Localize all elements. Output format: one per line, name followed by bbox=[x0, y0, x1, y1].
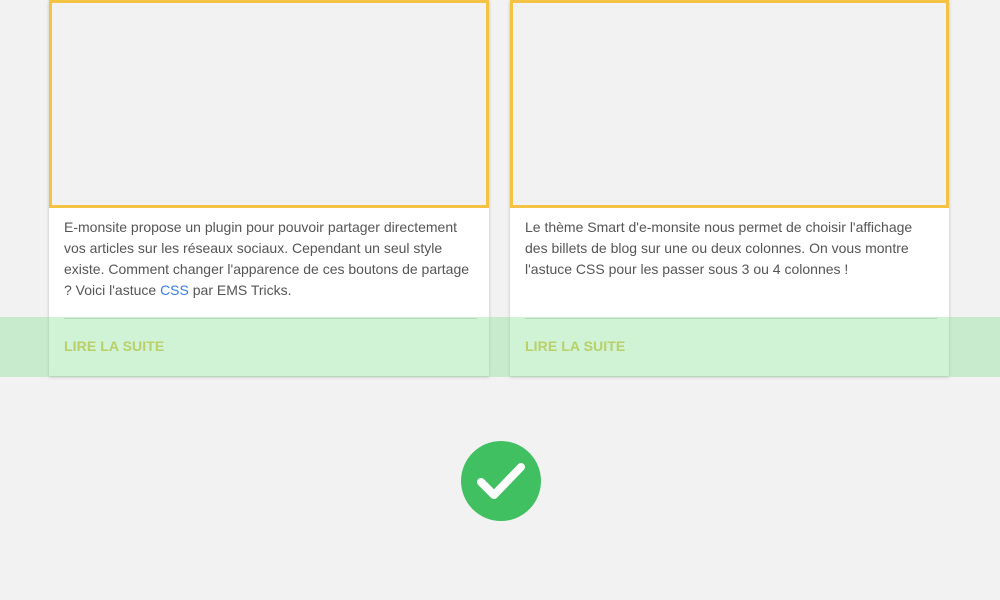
css-link[interactable]: CSS bbox=[160, 282, 189, 298]
card-divider bbox=[64, 318, 477, 319]
card-thumbnail[interactable] bbox=[49, 0, 489, 208]
card-excerpt: E-monsite propose un plugin pour pouvoir… bbox=[64, 217, 477, 301]
card-thumbnail[interactable] bbox=[510, 0, 949, 208]
read-more-link[interactable]: LIRE LA SUITE bbox=[64, 338, 164, 354]
blog-card-1: E-monsite propose un plugin pour pouvoir… bbox=[49, 0, 489, 376]
read-more-link[interactable]: LIRE LA SUITE bbox=[525, 338, 625, 354]
blog-card-2: Le thème Smart d'e-monsite nous permet d… bbox=[510, 0, 949, 376]
checkmark-circle-icon bbox=[461, 441, 541, 521]
excerpt-text-after-link: par EMS Tricks. bbox=[188, 282, 292, 298]
card-excerpt: Le thème Smart d'e-monsite nous permet d… bbox=[525, 219, 913, 277]
card-divider bbox=[525, 318, 937, 319]
